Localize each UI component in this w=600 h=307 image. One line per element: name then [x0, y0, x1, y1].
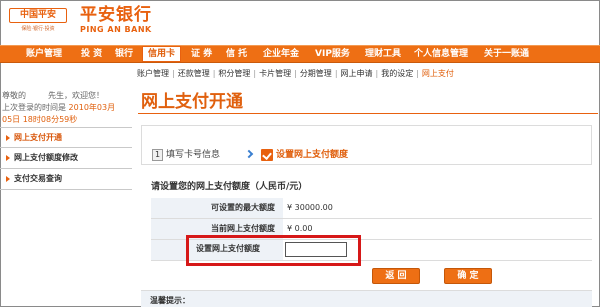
arrow-right-icon: [6, 135, 10, 141]
subnav-online-payment[interactable]: 网上支付: [422, 68, 454, 79]
subnav-repayment[interactable]: 还款管理: [178, 68, 210, 79]
last-login-label: 上次登录的时间是: [2, 103, 66, 112]
subnav-settings[interactable]: 我的设定: [381, 68, 413, 79]
arrow-right-icon: [6, 155, 10, 161]
sidebar-item-label: 支付交易查询: [14, 174, 62, 183]
subnav-separator: |: [212, 69, 216, 78]
subnav-installment[interactable]: 分期管理: [300, 68, 332, 79]
nav-securities[interactable]: 证 券: [191, 46, 212, 62]
tips-label: 温馨提示：: [150, 296, 190, 305]
sidebar-menu: 网上支付开通 网上支付额度修改 支付交易查询: [0, 127, 132, 190]
tips-panel: 温馨提示：: [141, 290, 592, 307]
sidebar-item-modify-limit[interactable]: 网上支付额度修改: [0, 148, 132, 169]
set-limit-label: 设置网上支付额度: [196, 244, 260, 253]
nav-trust[interactable]: 信 托: [226, 46, 247, 62]
step-arrow-icon: [244, 149, 254, 159]
max-limit-value: ¥ 30000.00: [287, 203, 333, 212]
edit-icon: [261, 148, 273, 161]
subnav-separator: |: [416, 69, 419, 78]
nav-annuity[interactable]: 企业年金: [263, 46, 299, 62]
subnav-separator: |: [253, 69, 257, 78]
subnav-separator: |: [375, 69, 379, 78]
nav-personal-info[interactable]: 个人信息管理: [414, 46, 468, 62]
pingan-group-logo[interactable]: 中国平安 保险·银行·投资: [9, 8, 67, 36]
subnav-separator: |: [334, 69, 338, 78]
subnav-separator: |: [294, 69, 297, 78]
nav-tools[interactable]: 理财工具: [365, 46, 401, 62]
sidebar-item-open-payment[interactable]: 网上支付开通: [0, 127, 132, 148]
row-max-limit: 可设置的最大额度 ¥ 30000.00: [151, 198, 592, 219]
welcome-greeting-suffix: 先生，欢迎您！: [48, 91, 104, 100]
step-number-badge: 1: [152, 148, 163, 161]
main-nav: 账户管理 投 资 银行 信用卡 证 券 信 托 企业年金 VIP服务 理财工具 …: [0, 45, 600, 63]
form-caption: 请设置您的网上支付额度（人民币/元）: [151, 182, 308, 192]
welcome-greeting: 尊敬的: [2, 91, 26, 100]
sidebar-item-query[interactable]: 支付交易查询: [0, 169, 132, 190]
nav-account[interactable]: 账户管理: [26, 46, 62, 62]
bank-name-en: PING AN BANK: [80, 25, 152, 34]
max-limit-label: 可设置的最大额度: [151, 198, 283, 218]
pingan-bank-logo[interactable]: 平安银行 PING AN BANK: [80, 4, 152, 34]
step-1-label: 填写卡号信息: [166, 150, 221, 160]
title-divider: [138, 113, 598, 114]
confirm-button[interactable]: 确 定: [444, 268, 492, 284]
credit-card-subnav: 账户管理 | 还款管理 | 积分管理 | 卡片管理 | 分期管理 | 网上申请 | 我的设定 | 网上支付: [137, 68, 454, 82]
last-login-time: 05日 18时08分59秒: [2, 115, 78, 124]
page-title: 网上支付开通: [141, 92, 243, 112]
nav-credit-card[interactable]: 信用卡: [142, 46, 182, 62]
sidebar-item-label: 网上支付额度修改: [14, 153, 78, 162]
nav-bank[interactable]: 银行: [115, 46, 133, 62]
step-2: 设置网上支付额度: [261, 147, 348, 161]
back-button[interactable]: 返 回: [372, 268, 420, 284]
step-indicator: 1 填写卡号信息 设置网上支付额度: [141, 125, 592, 165]
payment-limit-input[interactable]: [285, 242, 347, 257]
nav-invest[interactable]: 投 资: [81, 46, 102, 62]
bank-name-cn: 平安银行: [80, 5, 152, 25]
brand-small-text: 中国平安: [9, 8, 67, 23]
nav-about[interactable]: 关于一账通: [484, 46, 529, 62]
welcome-message: 尊敬的 先生，欢迎您！ 上次登录的时间是 2010年03月 05日 18时08分5…: [2, 90, 132, 126]
subnav-points[interactable]: 积分管理: [218, 68, 250, 79]
subnav-card[interactable]: 卡片管理: [259, 68, 291, 79]
subnav-separator: |: [172, 69, 175, 78]
sidebar-item-label: 网上支付开通: [14, 133, 62, 142]
nav-vip[interactable]: VIP服务: [315, 46, 350, 62]
brand-small-subtext: 保险·银行·投资: [21, 26, 55, 32]
subnav-account[interactable]: 账户管理: [137, 68, 169, 79]
arrow-right-icon: [6, 176, 10, 182]
step-1: 1 填写卡号信息: [152, 147, 220, 161]
last-login-date: 2010年03月: [68, 103, 116, 112]
step-2-label: 设置网上支付额度: [276, 150, 349, 160]
subnav-apply[interactable]: 网上申请: [341, 68, 373, 79]
